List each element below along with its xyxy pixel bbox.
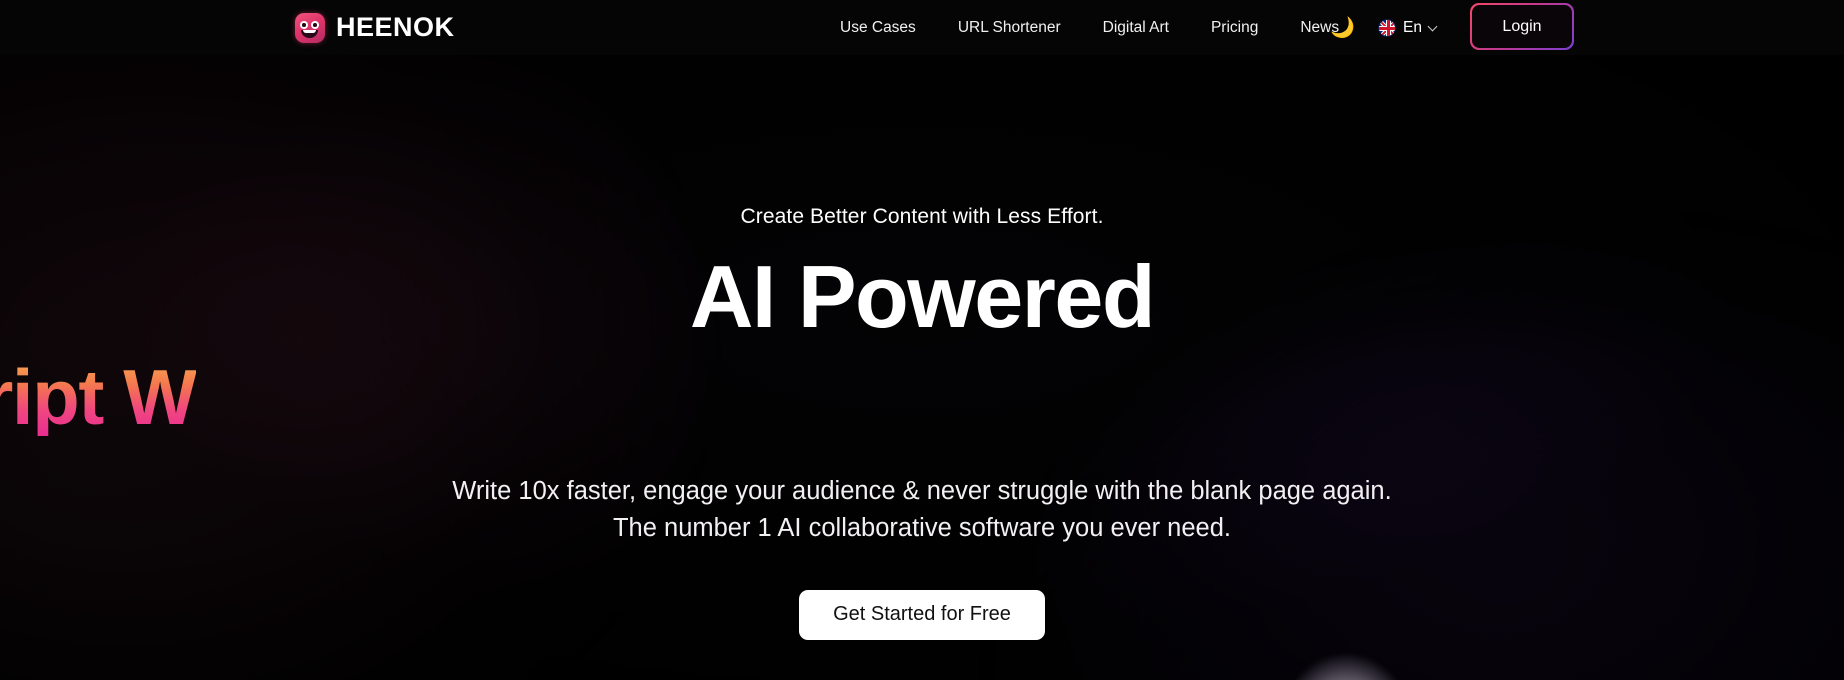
hero-eyebrow: Create Better Content with Less Effort. [740,205,1104,228]
login-button[interactable]: Login [1470,3,1574,50]
smiley-logo-icon [295,12,325,43]
hero-subheading-line-2: The number 1 AI collaborative software y… [612,514,1231,543]
theme-toggle-button[interactable]: 🌙 [1330,0,1355,55]
hero-subheading: Write 10x faster, engage your audience &… [0,473,1844,548]
chevron-down-icon [1429,23,1438,32]
brand-name: HEENOK [336,12,455,42]
login-button-label: Login [1471,4,1573,49]
cta-row: Get Started for Free [0,589,1844,640]
site-header: HEENOK Use Cases URL Shortener Digital A… [0,0,1844,55]
get-started-button[interactable]: Get Started for Free [799,589,1045,640]
hero-headline: AI Powered [689,247,1156,346]
main-nav: Use Cases URL Shortener Digital Art Pric… [840,0,1339,55]
nav-item-digital-art[interactable]: Digital Art [1103,19,1169,37]
hero-section: Create Better Content with Less Effort. … [0,55,1844,680]
uk-flag-icon [1378,18,1396,37]
nav-item-url-shortener[interactable]: URL Shortener [958,19,1061,37]
nav-item-pricing[interactable]: Pricing [1211,19,1258,37]
nav-item-use-cases[interactable]: Use Cases [840,19,916,37]
brand-logo[interactable]: HEENOK [295,0,455,55]
language-selector[interactable]: En [1378,0,1438,55]
marquee-word: Video Script W [0,358,197,436]
hero-subheading-line-1: Write 10x faster, engage your audience &… [452,476,1392,505]
bottom-glow-orb [1282,654,1410,680]
crescent-moon-icon: 🌙 [1330,16,1355,39]
page-root: HEENOK Use Cases URL Shortener Digital A… [0,0,1844,680]
hero-content: Create Better Content with Less Effort. … [0,205,1844,640]
rotating-words-marquee: rover Video Script W [0,351,1844,443]
language-label: En [1403,18,1422,36]
